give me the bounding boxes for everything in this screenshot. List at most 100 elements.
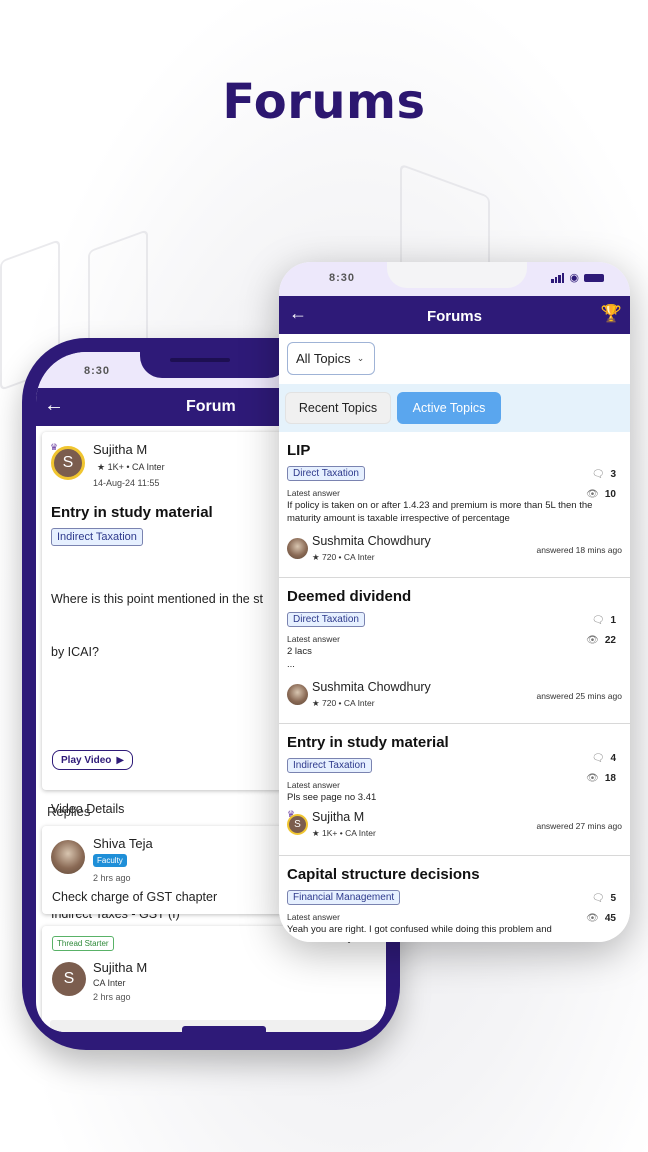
author-level: CA Inter xyxy=(345,828,376,838)
reply-author-name: Shiva Teja xyxy=(93,836,153,851)
avatar xyxy=(51,840,85,874)
author-name: Sushmita Chowdhury xyxy=(312,680,431,694)
comment-icon: 🗨 xyxy=(591,893,605,904)
comment-icon: 🗨 xyxy=(591,615,605,626)
comments-count: 🗨 1 xyxy=(592,615,616,626)
body-line: Where is this point mentioned in the st xyxy=(51,592,263,606)
header-title: Forum xyxy=(186,398,236,415)
topic-tag[interactable]: Indirect Taxation xyxy=(51,528,143,546)
reply-time: 2 hrs ago xyxy=(93,873,131,883)
signal-icon xyxy=(551,272,565,283)
topic-title: Entry in study material xyxy=(287,734,449,751)
status-time: 8:30 xyxy=(84,365,111,377)
author-meta: ★ 1K+ • CA Inter xyxy=(312,828,376,838)
latest-answer-text: Pls see page no 3.41 xyxy=(287,792,377,803)
topic-tabs: Recent Topics Active Topics xyxy=(279,384,630,432)
topic-item[interactable]: LIP Direct Taxation 🗨 3 👁 10 Latest answer… xyxy=(279,432,630,578)
views-value: 45 xyxy=(604,913,616,924)
comments-value: 1 xyxy=(610,615,616,626)
phone-notch xyxy=(140,352,290,378)
star-icon: ★ xyxy=(97,462,106,472)
play-video-button[interactable]: Play Video ▶ xyxy=(52,750,134,770)
topic-tag[interactable]: Indirect Taxation xyxy=(287,758,372,773)
author-name: Sujitha M xyxy=(93,442,148,457)
topic-tag[interactable]: Direct Taxation xyxy=(287,612,365,627)
status-bar: 8:30 ◉ xyxy=(279,262,630,296)
tab-recent-topics[interactable]: Recent Topics xyxy=(285,392,391,424)
latest-answer-label: Latest answer xyxy=(287,634,340,644)
topic-title: LIP xyxy=(287,442,311,459)
author-name: Sujitha M xyxy=(312,810,365,824)
author-level: CA Inter xyxy=(343,552,375,562)
views-count: 👁 18 xyxy=(586,773,616,784)
trophy-icon[interactable]: 🏆 xyxy=(601,304,622,324)
author-name: Sushmita Chowdhury xyxy=(312,534,431,548)
status-icons: ◉ xyxy=(551,271,604,284)
topic-filter-select[interactable]: All Topics ⌄ xyxy=(287,342,375,375)
views-value: 18 xyxy=(604,773,616,784)
avatar-initial: S xyxy=(294,819,301,830)
topic-item[interactable]: Capital structure decisions Financial Ma… xyxy=(279,856,630,942)
body-line: by ICAI? xyxy=(51,644,99,659)
views-value: 22 xyxy=(604,635,616,646)
comments-value: 4 xyxy=(610,753,616,764)
eye-icon: 👁 xyxy=(586,773,599,784)
topic-title: Deemed dividend xyxy=(287,588,412,605)
latest-answer-text: Yeah you are right. I got confused while… xyxy=(287,924,552,935)
latest-answer-label: Latest answer xyxy=(287,780,340,790)
latest-answer-label: Latest answer xyxy=(287,488,340,498)
home-indicator xyxy=(182,1026,266,1032)
author-meta: ★ 1K+ • CA Inter xyxy=(97,462,165,473)
play-icon: ▶ xyxy=(116,754,125,766)
avatar-initial: S xyxy=(63,970,75,987)
author-rating: 1K+ xyxy=(321,828,338,838)
comment-icon: 🗨 xyxy=(591,469,605,480)
avatar xyxy=(287,538,308,559)
post-title: Entry in study material xyxy=(51,504,213,521)
comments-value: 5 xyxy=(610,893,616,904)
battery-icon xyxy=(584,273,604,282)
reply-time: 2 hrs ago xyxy=(93,992,131,1002)
play-video-label: Play Video xyxy=(61,754,112,766)
avatar: S xyxy=(52,962,86,996)
author-meta: ★ 720 • CA Inter xyxy=(312,552,375,562)
comment-icon: 🗨 xyxy=(591,753,605,764)
phone-notch xyxy=(387,262,527,288)
dot-separator: • xyxy=(126,462,130,472)
topic-tag[interactable]: Financial Management xyxy=(287,890,401,905)
answered-time: answered 25 mins ago xyxy=(536,691,622,701)
chevron-down-icon: ⌄ xyxy=(356,353,365,363)
answered-time: answered 18 mins ago xyxy=(536,545,622,555)
comments-value: 3 xyxy=(610,469,616,480)
wifi-icon: ◉ xyxy=(569,272,579,284)
tab-active-topics[interactable]: Active Topics xyxy=(397,392,501,424)
avatar xyxy=(287,684,308,705)
reply-text: Check charge of GST chapter xyxy=(52,890,218,904)
arrow-left-icon[interactable]: ← xyxy=(44,394,64,417)
comments-count: 🗨 3 xyxy=(592,469,616,480)
latest-answer-text: If policy is taken on or after 1.4.23 an… xyxy=(287,500,593,524)
author-level: CA Inter xyxy=(343,698,375,708)
comments-count: 🗨 4 xyxy=(592,753,616,764)
post-timestamp: 14-Aug-24 11:55 xyxy=(93,478,160,488)
topic-tag[interactable]: Direct Taxation xyxy=(287,466,365,481)
answered-time: answered 27 mins ago xyxy=(536,821,622,831)
app-header: ← Forums 🏆 xyxy=(279,296,630,334)
topic-item[interactable]: Entry in study material Indirect Taxatio… xyxy=(279,724,630,856)
topic-title: Capital structure decisions xyxy=(287,866,480,883)
body-line xyxy=(51,696,265,714)
latest-answer-label: Latest answer xyxy=(287,912,340,922)
topic-item[interactable]: Deemed dividend Direct Taxation 🗨 1 👁 22 L… xyxy=(279,578,630,724)
author-meta: ★ 720 • CA Inter xyxy=(312,698,375,708)
status-time: 8:30 xyxy=(329,272,356,284)
page-title: Forums xyxy=(222,74,426,130)
header-title: Forums xyxy=(426,308,482,325)
avatar: S xyxy=(287,814,308,835)
speaker xyxy=(170,358,230,362)
author-rating: 1K+ xyxy=(107,462,124,472)
avatar: S xyxy=(51,446,85,480)
reply-author-name: Sujitha M xyxy=(93,960,148,975)
filter-selected: All Topics xyxy=(296,351,351,366)
latest-answer-text: 2 lacs ... xyxy=(287,646,312,670)
reply-author-level: CA Inter xyxy=(93,978,126,988)
